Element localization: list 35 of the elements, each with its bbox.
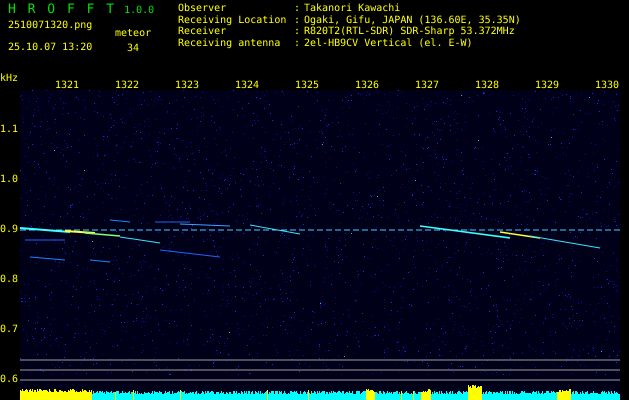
frequency-label: 1322: [114, 79, 140, 92]
info-label: Receiver: [178, 26, 228, 38]
frequency-label: 1321: [54, 79, 80, 92]
info-value: 2el-HB9CV Vertical (el. E-W): [304, 38, 473, 49]
unit-label: kHz: [0, 72, 18, 85]
frequency-label: 1329: [534, 79, 560, 92]
info-value: Ogaki, Gifu, JAPAN (136.60E, 35.35N): [304, 14, 521, 26]
timestamp: 25.10.07 13:20: [8, 41, 94, 54]
axis-label: 0.8: [0, 273, 18, 286]
axis-label: 1.0: [0, 173, 18, 186]
info-separator: :: [294, 14, 302, 26]
frequency-label: 1330: [594, 79, 620, 92]
axis-label: 0.6: [0, 373, 18, 386]
frequency-label: 1328: [474, 79, 500, 92]
axis-label: 0.7: [0, 323, 18, 336]
frequency-label: 1323: [174, 79, 200, 92]
meteor-label: meteor: [115, 27, 152, 40]
frequency-label: 1327: [414, 79, 440, 92]
info-separator: :: [294, 3, 302, 14]
app-title: H R O F F T: [8, 3, 116, 16]
axis-label: 1.1: [0, 123, 18, 136]
info-value: Takanori Kawachi: [304, 3, 400, 14]
info-value: R820T2(RTL-SDR) SDR-Sharp 53.372MHz: [304, 26, 515, 38]
axis-label: 0.9: [0, 223, 18, 236]
frequency-label: 1325: [294, 79, 320, 92]
info-separator: :: [294, 38, 302, 49]
info-label: Receiving Location: [178, 14, 288, 26]
info-label: Observer: [178, 3, 228, 14]
frequency-label: 1324: [234, 79, 260, 92]
info-label: Receiving antenna: [178, 38, 282, 49]
file-name: 2510071320.png: [8, 19, 94, 32]
info-separator: :: [294, 26, 302, 38]
app-version: 1.0.0: [124, 4, 154, 17]
frequency-label: 1326: [354, 79, 380, 92]
meteor-count: 34: [127, 42, 140, 55]
